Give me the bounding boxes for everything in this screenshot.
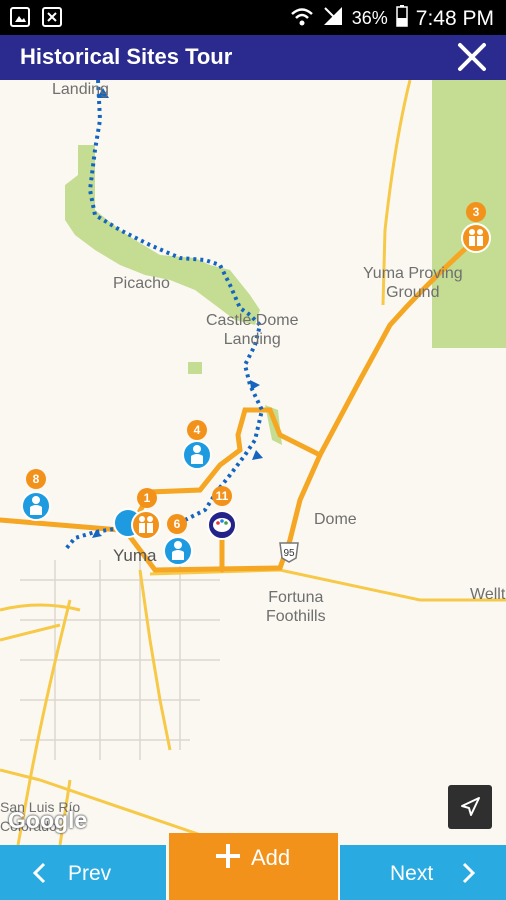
map-label-landing: Landing [52,81,109,98]
google-logo: Google [8,807,88,833]
chevron-right-icon [462,862,476,884]
people-icon [139,516,153,533]
close-icon [458,43,486,71]
image-notification-icon [10,7,30,27]
marker-number-11: 11 [212,486,232,506]
prev-label: Prev [68,862,112,885]
marker-number-6: 6 [167,514,187,534]
file-notification-icon [42,7,62,27]
map-label-yuma-proving: Yuma Proving Ground [363,265,463,301]
clock: 7:48 PM [415,6,494,30]
people-icon [469,229,483,246]
map-label-wellton: Wellt [470,586,506,603]
park-area [188,362,202,374]
person-icon [30,496,42,515]
battery-icon [396,5,408,32]
page-title: Historical Sites Tour [20,44,233,69]
highway-95-label: 95 [283,548,295,559]
map-marker-8[interactable] [21,491,51,521]
status-bar: 36% 7:48 PM [0,0,506,35]
map-label-dome: Dome [314,511,357,528]
prev-button[interactable]: Prev [0,845,166,900]
marker-number-3: 3 [466,202,486,222]
map-marker-6[interactable] [163,536,193,566]
map-label-picacho: Picacho [113,275,170,292]
wifi-icon [290,5,314,32]
map-marker-11[interactable] [207,510,237,540]
navigation-arrow-icon [461,797,480,816]
next-button[interactable]: Next [340,845,506,900]
map-marker-1[interactable] [131,510,161,540]
map-label-yuma: Yuma [113,546,157,565]
marker-number-4: 4 [187,420,207,440]
map-marker-4[interactable] [182,440,212,470]
close-button[interactable] [456,41,488,73]
chevron-left-icon [32,862,46,884]
next-label: Next [390,862,434,885]
signal-icon [322,5,344,32]
person-icon [191,445,203,464]
map-label-castle-dome: Castle Dome Landing [206,312,299,348]
plus-icon [216,844,240,868]
map-label-fortuna: Fortuna Foothills [266,589,326,625]
battery-percent: 36% [351,8,388,28]
map-canvas [0,80,506,845]
add-button[interactable]: Add [169,833,338,900]
my-location-button[interactable] [448,785,492,829]
palette-icon [213,518,231,532]
marker-number-1: 1 [137,488,157,508]
marker-number-8: 8 [26,469,46,489]
map-marker-3[interactable] [461,223,491,253]
map-view[interactable]: Landing Picacho Castle Dome Landing Yuma… [0,80,506,845]
person-icon [172,541,184,560]
add-label: Add [251,845,291,870]
app-bar: Historical Sites Tour [0,35,506,80]
bottom-bar: Prev Add Next [0,833,506,900]
